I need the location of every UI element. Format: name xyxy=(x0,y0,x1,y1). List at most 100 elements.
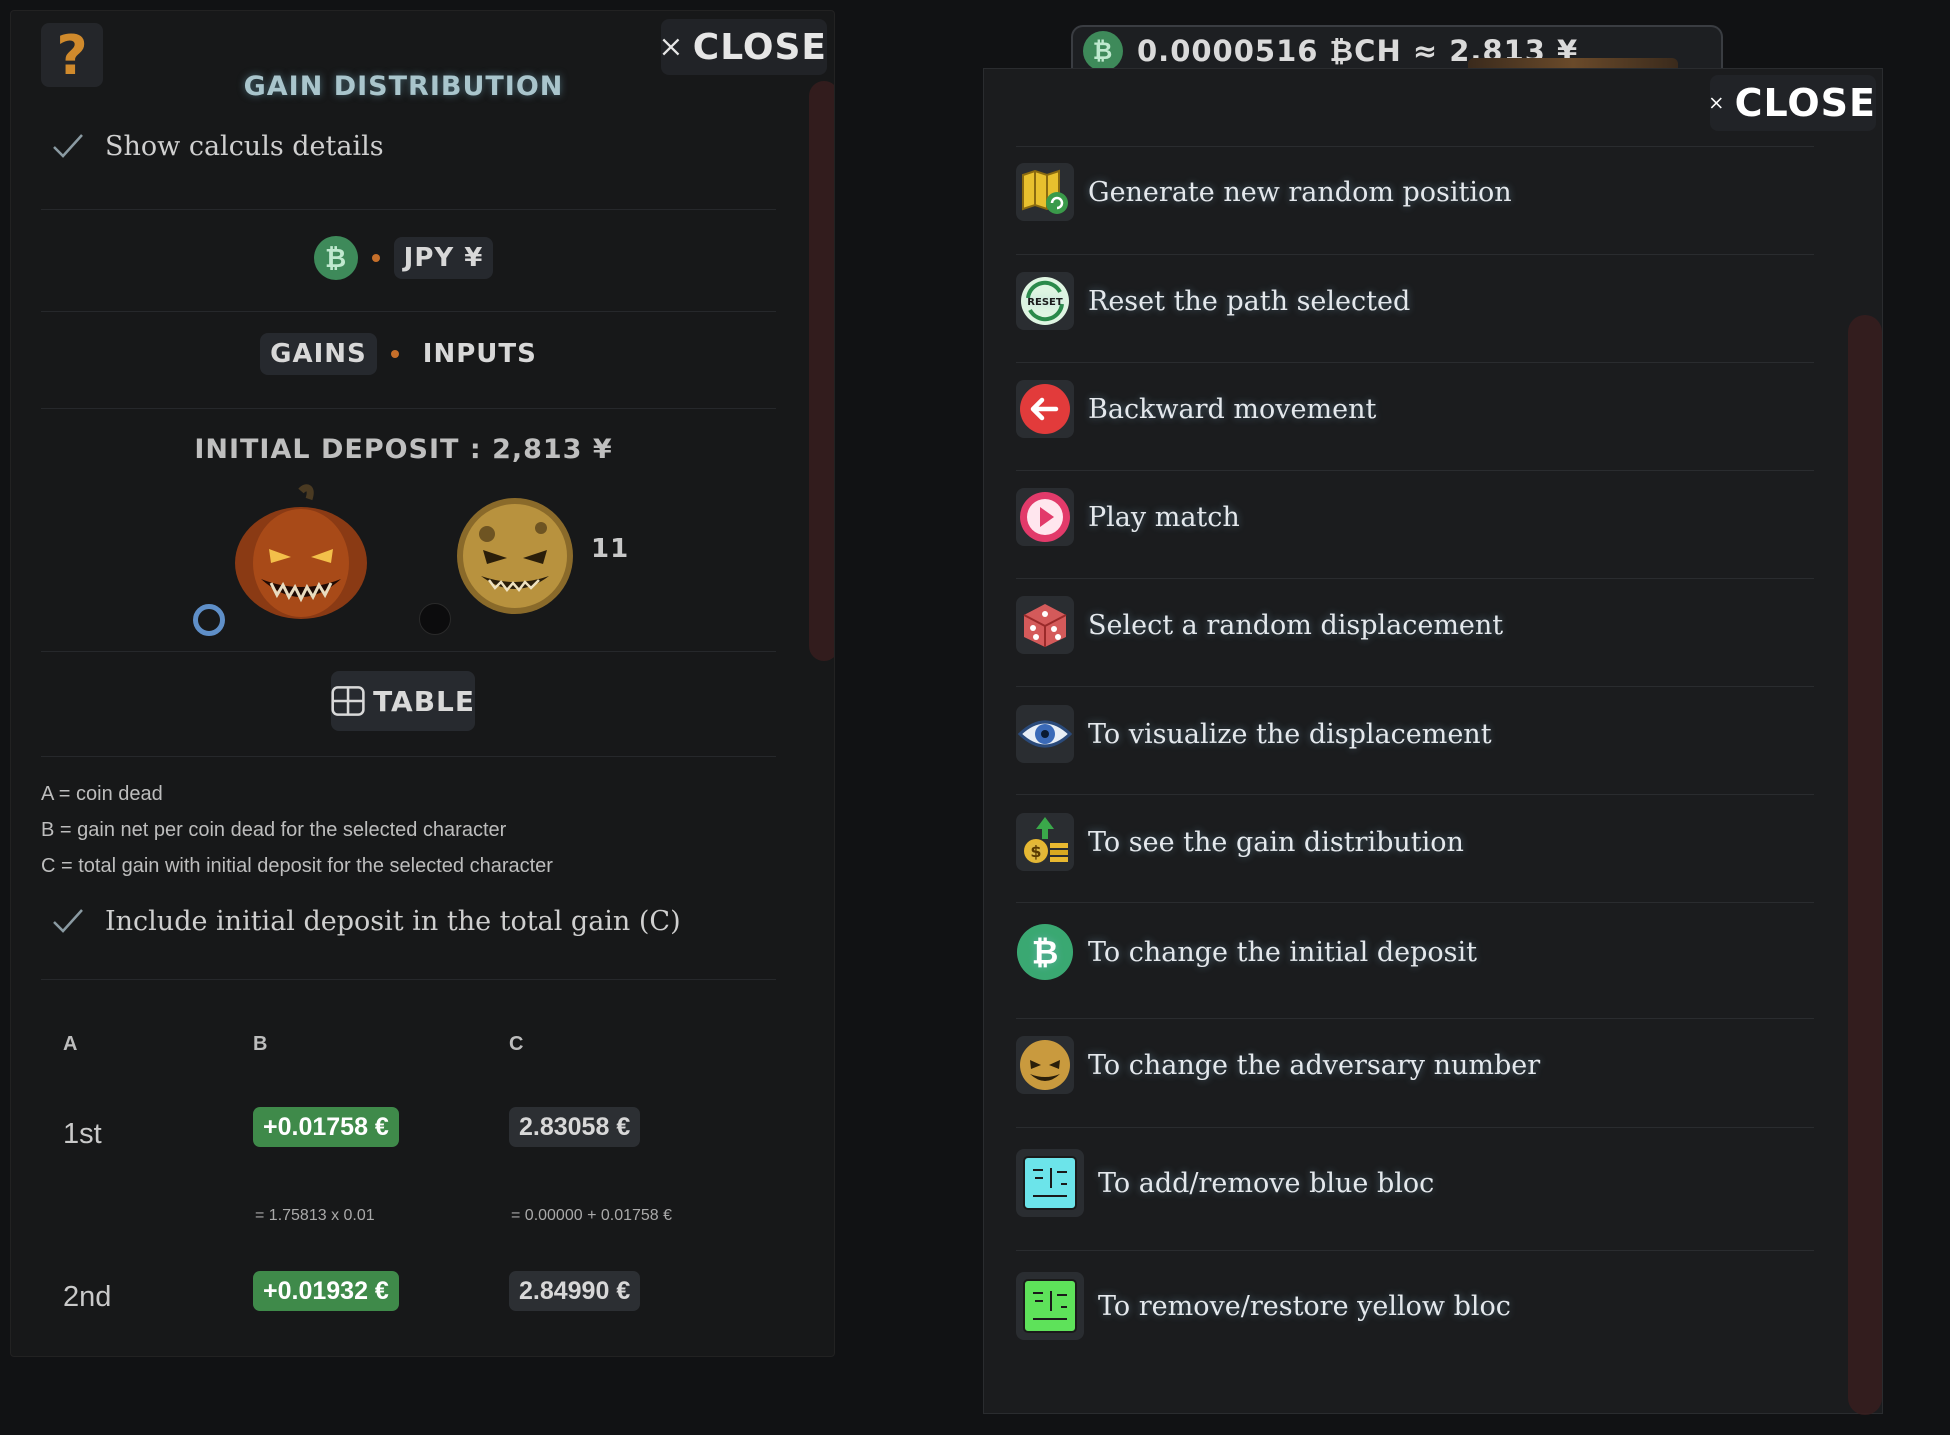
rank-cell: 2nd xyxy=(63,1281,112,1313)
show-details-label: Show calculs details xyxy=(105,130,384,162)
separator-dot xyxy=(371,254,380,262)
close-button[interactable]: CLOSE xyxy=(661,19,827,75)
gain-badge: +0.01932 € xyxy=(253,1271,399,1311)
dice-icon xyxy=(1016,596,1074,654)
help-item-adversary-number: To change the adversary number xyxy=(1016,1036,1816,1094)
legend-a: A = coin dead xyxy=(41,783,163,805)
money-icon: $ xyxy=(1016,813,1074,871)
pumpkin-character-icon[interactable] xyxy=(231,483,371,627)
check-icon xyxy=(53,134,83,158)
tab-inputs[interactable]: INPUTS xyxy=(413,333,547,375)
divider xyxy=(1016,254,1814,255)
help-item-gain-distribution: $ To see the gain distribution xyxy=(1016,813,1816,871)
divider xyxy=(41,979,776,980)
column-header-c: C xyxy=(509,1033,524,1055)
panel-title: GAIN DISTRIBUTION xyxy=(243,71,564,102)
currency-jpy-button[interactable]: JPY ¥ xyxy=(393,237,494,279)
divider xyxy=(1016,362,1814,363)
close-label: CLOSE xyxy=(1734,81,1876,125)
tab-gains[interactable]: GAINS xyxy=(260,333,377,375)
gains-inputs-tabs: GAINS INPUTS xyxy=(11,333,796,375)
legend-b: B = gain net per coin dead for the selec… xyxy=(41,819,507,841)
table-button[interactable]: TABLE xyxy=(331,671,475,731)
bitcoin-cash-icon: ₿ xyxy=(1016,923,1074,981)
column-header-b: B xyxy=(253,1033,268,1055)
divider xyxy=(41,311,776,312)
help-item-label: Backward movement xyxy=(1088,393,1377,425)
column-header-a: A xyxy=(63,1033,78,1055)
divider xyxy=(41,651,776,652)
help-item-random-displacement: Select a random displacement xyxy=(1016,596,1816,654)
reset-icon: RESET xyxy=(1016,272,1074,330)
svg-text:₿: ₿ xyxy=(1032,933,1059,972)
divider xyxy=(1016,902,1814,903)
gain-distribution-panel: ? CLOSE GAIN DISTRIBUTION Show calculs d… xyxy=(10,10,835,1357)
currency-selector: ₿ JPY ¥ xyxy=(11,236,796,280)
separator-dot xyxy=(390,350,399,358)
total-formula: = 0.00000 + 0.01758 € xyxy=(511,1207,673,1224)
check-icon xyxy=(53,909,83,933)
help-item-blue-bloc: To add/remove blue bloc xyxy=(1016,1149,1816,1217)
initial-deposit-title: INITIAL DEPOSIT : 2,813 ¥ xyxy=(194,434,613,465)
adversary-count: 11 xyxy=(591,534,630,564)
legend-c: C = total gain with initial deposit for … xyxy=(41,855,553,877)
help-item-yellow-bloc: To remove/restore yellow bloc xyxy=(1016,1272,1816,1340)
bitcoin-cash-icon[interactable]: ₿ xyxy=(313,236,358,280)
help-item-random-position: Generate new random position xyxy=(1016,163,1816,221)
help-item-label: Select a random displacement xyxy=(1088,609,1504,641)
help-item-label: To add/remove blue bloc xyxy=(1098,1167,1435,1199)
gain-formula: = 1.75813 x 0.01 xyxy=(255,1207,375,1224)
help-item-initial-deposit: ₿ To change the initial deposit xyxy=(1016,923,1816,981)
help-item-label: To change the adversary number xyxy=(1088,1049,1541,1081)
bitcoin-cash-icon: ₿ xyxy=(1083,31,1123,71)
help-item-visualize: To visualize the displacement xyxy=(1016,705,1816,763)
help-item-reset-path: RESET Reset the path selected xyxy=(1016,272,1816,330)
yellow-bloc-icon xyxy=(1016,1272,1084,1340)
pumpkin-radio[interactable] xyxy=(193,604,225,636)
svg-text:$: $ xyxy=(1030,842,1041,861)
show-details-checkbox[interactable]: Show calculs details xyxy=(51,129,384,163)
table-label: TABLE xyxy=(373,684,475,718)
back-arrow-icon xyxy=(1016,380,1074,438)
blue-bloc-icon xyxy=(1016,1149,1084,1217)
help-item-backward: Backward movement xyxy=(1016,380,1816,438)
scrollbar[interactable] xyxy=(809,81,834,661)
help-item-label: Generate new random position xyxy=(1088,176,1512,208)
play-icon xyxy=(1016,488,1074,546)
divider xyxy=(1016,1127,1814,1128)
divider xyxy=(1016,146,1814,147)
map-icon xyxy=(1016,163,1074,221)
divider xyxy=(1016,1018,1814,1019)
total-badge: 2.83058 € xyxy=(509,1107,641,1147)
close-icon xyxy=(662,38,680,56)
include-deposit-checkbox[interactable]: Include initial deposit in the total gai… xyxy=(51,904,681,938)
help-item-label: To visualize the displacement xyxy=(1088,718,1492,750)
moon-radio[interactable] xyxy=(419,603,451,635)
divider xyxy=(41,408,776,409)
total-badge: 2.84990 € xyxy=(509,1271,641,1311)
scrollbar[interactable] xyxy=(1848,315,1882,1415)
close-button[interactable]: CLOSE xyxy=(1710,75,1876,131)
divider xyxy=(41,209,776,210)
close-label: CLOSE xyxy=(692,26,827,68)
divider xyxy=(1016,794,1814,795)
adversary-icon xyxy=(1016,1036,1074,1094)
divider xyxy=(1016,578,1814,579)
help-item-play-match: Play match xyxy=(1016,488,1816,546)
close-icon xyxy=(1710,97,1722,109)
help-item-label: To remove/restore yellow bloc xyxy=(1098,1290,1511,1322)
svg-text:RESET: RESET xyxy=(1027,297,1063,308)
divider xyxy=(41,756,776,757)
help-item-label: To change the initial deposit xyxy=(1088,936,1477,968)
rank-cell: 1st xyxy=(63,1118,102,1150)
divider xyxy=(1016,1250,1814,1251)
help-item-label: To see the gain distribution xyxy=(1088,826,1464,858)
divider xyxy=(1016,470,1814,471)
table-icon xyxy=(331,686,365,716)
gain-badge: +0.01758 € xyxy=(253,1107,399,1147)
moon-character-icon[interactable] xyxy=(453,494,577,622)
eye-icon xyxy=(1016,705,1074,763)
divider xyxy=(1016,686,1814,687)
include-deposit-label: Include initial deposit in the total gai… xyxy=(105,905,681,937)
help-item-label: Play match xyxy=(1088,501,1240,533)
